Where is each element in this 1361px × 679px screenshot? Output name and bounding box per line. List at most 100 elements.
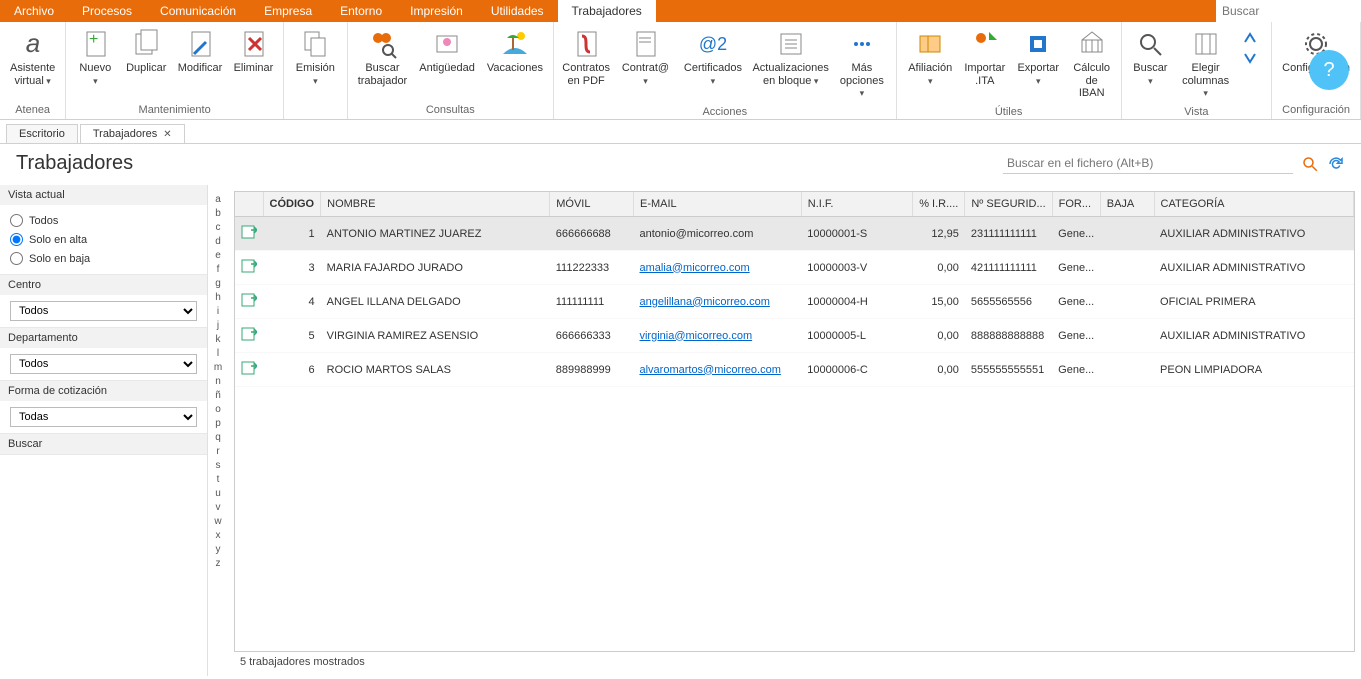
alpha-r[interactable]: r — [216, 445, 219, 458]
alpha-y[interactable]: y — [216, 543, 221, 556]
table-row[interactable]: 5VIRGINIA RAMIREZ ASENSIO666666333virgin… — [235, 319, 1354, 353]
alpha-i[interactable]: i — [217, 305, 219, 318]
alpha-f[interactable]: f — [217, 263, 220, 276]
col-icon[interactable] — [235, 192, 263, 217]
col-baja[interactable]: BAJA — [1100, 192, 1154, 217]
ribbon-m-s-opciones[interactable]: Másopciones — [832, 24, 891, 104]
alpha-a[interactable]: a — [215, 193, 221, 206]
select-forma-de-cotizaci-n[interactable]: Todas — [10, 407, 197, 427]
alpha-e[interactable]: e — [215, 249, 221, 262]
side-section-forma-de-cotizaci-n[interactable]: Forma de cotización — [0, 381, 207, 401]
table-row[interactable]: 6ROCIO MARTOS SALAS889988999alvaromartos… — [235, 353, 1354, 387]
ribbon-buscar[interactable]: Buscar — [1126, 24, 1175, 91]
alpha-c[interactable]: c — [216, 221, 221, 234]
ribbon-buscar-trabajador[interactable]: Buscartrabajador — [352, 24, 414, 91]
alpha-b[interactable]: b — [215, 207, 221, 220]
row-open-icon[interactable] — [241, 360, 257, 376]
email-link[interactable]: angelillana@micorreo.com — [639, 296, 769, 308]
table-row[interactable]: 4ANGEL ILLANA DELGADO111111111angelillan… — [235, 285, 1354, 319]
alpha-d[interactable]: d — [215, 235, 221, 248]
alpha-z[interactable]: z — [216, 557, 221, 570]
email-link[interactable]: amalia@micorreo.com — [639, 262, 749, 274]
filter-input[interactable] — [1003, 153, 1293, 174]
col--i-r-[interactable]: % I.R.... — [913, 192, 965, 217]
col-for-[interactable]: FOR... — [1052, 192, 1100, 217]
select-centro[interactable]: Todos — [10, 301, 197, 321]
alpha-v[interactable]: v — [216, 501, 221, 514]
table-row[interactable]: 1ANTONIO MARTINEZ JUAREZ666666688antonio… — [235, 217, 1354, 251]
row-open-icon[interactable] — [241, 258, 257, 274]
alpha-j[interactable]: j — [217, 319, 219, 332]
ribbon-modificar[interactable]: Modificar — [172, 24, 228, 79]
alpha-k[interactable]: k — [216, 333, 221, 346]
ribbon-c-lculo-de-iban[interactable]: Cálculode IBAN — [1067, 24, 1117, 104]
ribbon-eliminar[interactable]: Eliminar — [228, 24, 279, 79]
alpha-l[interactable]: l — [217, 347, 219, 360]
alpha-h[interactable]: h — [215, 291, 221, 304]
alpha-m[interactable]: m — [214, 361, 222, 374]
alpha-q[interactable]: q — [215, 431, 221, 444]
alpha-w[interactable]: w — [214, 515, 221, 528]
ribbon-contrat-[interactable]: Contrat@ — [614, 24, 676, 91]
side-section-vista-actual[interactable]: Vista actual — [0, 185, 207, 205]
row-open-icon[interactable] — [241, 224, 257, 240]
ribbon-nuevo[interactable]: +Nuevo — [70, 24, 120, 91]
radio-solo-en-baja[interactable]: Solo en baja — [10, 249, 197, 268]
radio-input[interactable] — [10, 233, 23, 246]
ribbon-contratos-en-pdf[interactable]: Contratosen PDF — [558, 24, 614, 91]
side-section-centro[interactable]: Centro — [0, 275, 207, 295]
ribbon-elegir-columnas[interactable]: Elegircolumnas — [1175, 24, 1236, 104]
col-m-vil[interactable]: MÓVIL — [550, 192, 634, 217]
alpha-t[interactable]: t — [217, 473, 220, 486]
search-icon[interactable] — [1301, 155, 1319, 173]
col-categor-a[interactable]: CATEGORÍA — [1154, 192, 1353, 217]
ribbon-duplicar[interactable]: Duplicar — [120, 24, 172, 79]
table-row[interactable]: 3MARIA FAJARDO JURADO111222333amalia@mic… — [235, 251, 1354, 285]
menu-impresión[interactable]: Impresión — [396, 0, 477, 22]
row-open-icon[interactable] — [241, 326, 257, 342]
close-icon[interactable]: ✕ — [163, 129, 171, 140]
ribbon-certificados[interactable]: @2Certificados — [677, 24, 749, 91]
col-nombre[interactable]: NOMBRE — [321, 192, 550, 217]
menu-empresa[interactable]: Empresa — [250, 0, 326, 22]
col-e-mail[interactable]: E-MAIL — [633, 192, 801, 217]
ribbon-afiliaci-n[interactable]: Afiliación — [901, 24, 960, 91]
side-section-buscar[interactable]: Buscar — [0, 434, 207, 454]
alpha-x[interactable]: x — [216, 529, 221, 542]
help-button[interactable]: ? — [1309, 50, 1349, 90]
side-section-departamento[interactable]: Departamento — [0, 328, 207, 348]
menu-procesos[interactable]: Procesos — [68, 0, 146, 22]
email-link[interactable]: virginia@micorreo.com — [639, 330, 752, 342]
radio-todos[interactable]: Todos — [10, 211, 197, 230]
ribbon-exportar[interactable]: Exportar — [1010, 24, 1067, 91]
menu-utilidades[interactable]: Utilidades — [477, 0, 558, 22]
menu-archivo[interactable]: Archivo — [0, 0, 68, 22]
menu-search-input[interactable] — [1216, 0, 1361, 22]
menu-comunicación[interactable]: Comunicación — [146, 0, 250, 22]
refresh-icon[interactable] — [1327, 155, 1345, 173]
email-link[interactable]: alvaromartos@micorreo.com — [639, 364, 780, 376]
ribbon-emisi-n[interactable]: Emisión — [288, 24, 343, 91]
sort-asc-button[interactable] — [1238, 28, 1265, 48]
ribbon-importar-ita[interactable]: Importar.ITA — [960, 24, 1010, 91]
menu-entorno[interactable]: Entorno — [326, 0, 396, 22]
ribbon-antig-edad[interactable]: Antigüedad — [413, 24, 481, 79]
alpha-s[interactable]: s — [216, 459, 221, 472]
grid[interactable]: CÓDIGONOMBREMÓVILE-MAILN.I.F.% I.R....Nº… — [234, 191, 1355, 652]
radio-input[interactable] — [10, 252, 23, 265]
radio-solo-en-alta[interactable]: Solo en alta — [10, 230, 197, 249]
menu-trabajadores[interactable]: Trabajadores — [558, 0, 656, 22]
tab-escritorio[interactable]: Escritorio — [6, 124, 78, 143]
alpha-o[interactable]: o — [215, 403, 221, 416]
sort-desc-button[interactable] — [1238, 48, 1265, 68]
tab-trabajadores[interactable]: Trabajadores✕ — [80, 124, 185, 143]
alpha-ñ[interactable]: ñ — [215, 389, 221, 402]
col-n-i-f-[interactable]: N.I.F. — [801, 192, 912, 217]
ribbon-asistente-virtual[interactable]: aAsistentevirtual — [4, 24, 61, 91]
ribbon-actualizaciones-en-bloque[interactable]: Actualizacionesen bloque — [749, 24, 832, 91]
radio-input[interactable] — [10, 214, 23, 227]
select-departamento[interactable]: Todos — [10, 354, 197, 374]
row-open-icon[interactable] — [241, 292, 257, 308]
col-n-segurid-[interactable]: Nº SEGURID... — [965, 192, 1052, 217]
alpha-p[interactable]: p — [215, 417, 221, 430]
